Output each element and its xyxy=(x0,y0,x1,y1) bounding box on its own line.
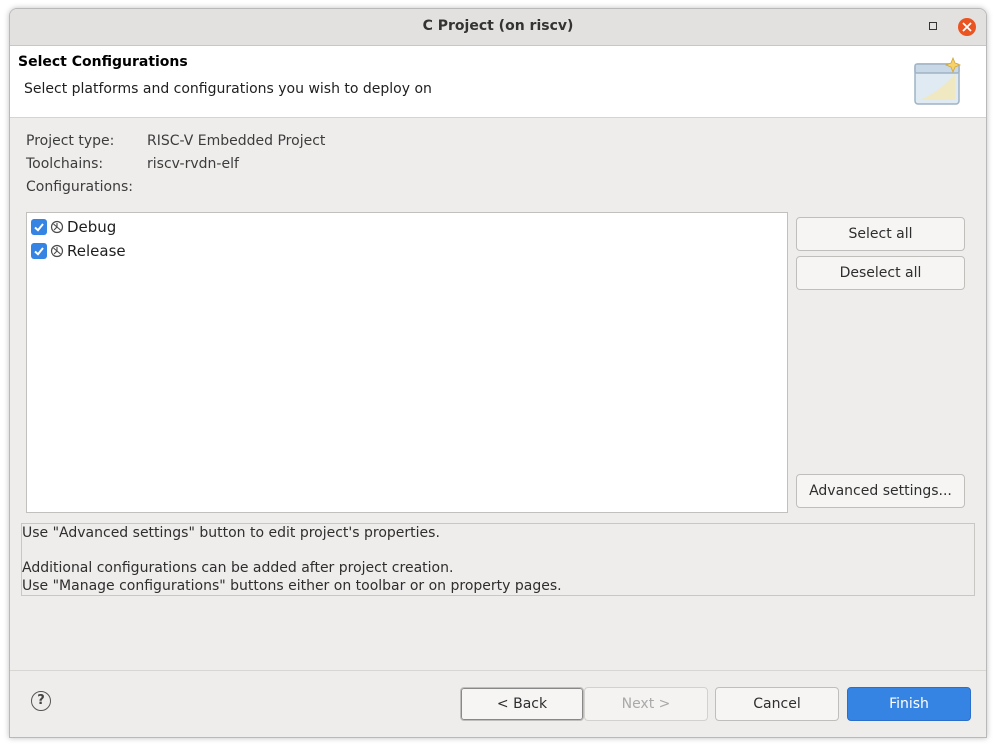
advanced-settings-button[interactable]: Advanced settings... xyxy=(796,474,965,508)
info-box: Use "Advanced settings" button to edit p… xyxy=(21,523,975,596)
page-title: Select Configurations xyxy=(18,54,188,70)
config-label-debug: Debug xyxy=(67,218,117,236)
dialog-window: C Project (on riscv) Select Configuratio… xyxy=(9,8,987,738)
maximize-icon[interactable] xyxy=(929,22,937,30)
configurations-label: Configurations: xyxy=(26,179,133,195)
page-description: Select platforms and configurations you … xyxy=(24,81,432,97)
release-checkbox[interactable] xyxy=(31,243,47,259)
cancel-button[interactable]: Cancel xyxy=(715,687,839,721)
wizard-banner-icon xyxy=(909,50,973,116)
title-bar[interactable]: C Project (on riscv) xyxy=(10,9,986,46)
select-all-button[interactable]: Select all xyxy=(796,217,965,251)
deselect-all-button[interactable]: Deselect all xyxy=(796,256,965,290)
window-title: C Project (on riscv) xyxy=(422,18,574,34)
next-button[interactable]: Next > xyxy=(584,687,708,721)
configurations-list[interactable]: Debug Release xyxy=(26,212,788,513)
info-line-1: Use "Advanced settings" button to edit p… xyxy=(22,525,440,541)
toolchains-label: Toolchains: xyxy=(26,156,104,172)
info-line-3: Use "Manage configurations" buttons eith… xyxy=(22,578,562,594)
back-button[interactable]: < Back xyxy=(460,687,584,721)
help-icon[interactable]: ? xyxy=(31,691,51,711)
project-type-value: RISC-V Embedded Project xyxy=(147,133,326,149)
footer-divider xyxy=(10,670,986,671)
build-config-icon xyxy=(50,244,64,262)
config-label-release: Release xyxy=(67,242,126,260)
finish-button[interactable]: Finish xyxy=(847,687,971,721)
toolchains-value: riscv-rvdn-elf xyxy=(147,156,239,172)
debug-checkbox[interactable] xyxy=(31,219,47,235)
close-icon[interactable] xyxy=(958,18,976,36)
info-line-2: Additional configurations can be added a… xyxy=(22,560,454,576)
wizard-header: Select Configurations Select platforms a… xyxy=(10,46,986,118)
project-type-label: Project type: xyxy=(26,133,115,149)
build-config-icon xyxy=(50,220,64,238)
